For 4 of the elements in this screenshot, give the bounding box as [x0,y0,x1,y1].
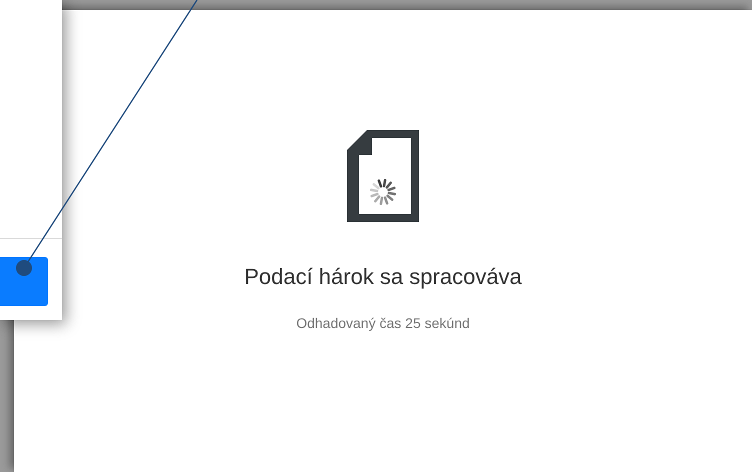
status-title: Podací hárok sa spracováva [244,263,522,291]
primary-button[interactable] [0,257,48,306]
status-subtitle: Odhadovaný čas 25 sekúnd [296,314,470,333]
document-loading-icon [347,130,419,222]
